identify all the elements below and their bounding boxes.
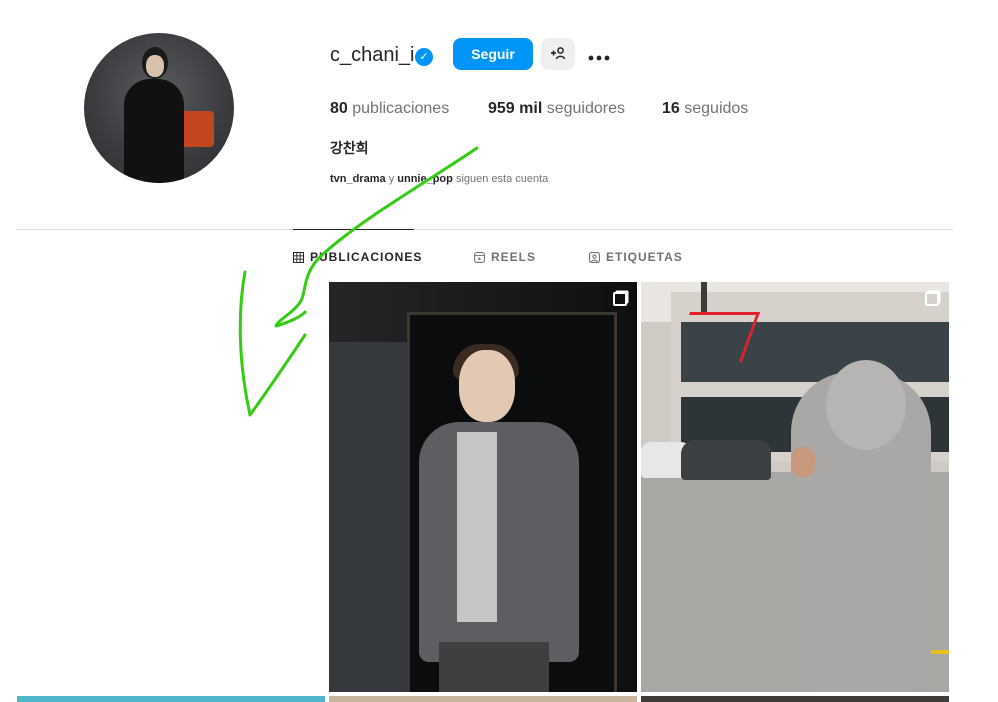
username: c_chani_i [330,44,415,66]
followers-count-label: seguidores [546,100,625,117]
tab-publicaciones[interactable]: PUBLICACIONES [293,250,422,264]
follow-button[interactable]: Seguir [453,38,533,70]
tab-label: PUBLICACIONES [310,250,423,264]
post-2-car-dark [681,440,771,480]
post-2-hand [791,447,815,477]
post-1-pants [439,642,549,692]
add-person-icon [551,46,566,59]
post-tile-5[interactable] [641,696,949,702]
followed-by-suffix: siguen esta cuenta [455,173,549,185]
grid-icon [293,251,304,263]
more-options-button[interactable] [584,38,614,70]
posts-count-label: publicaciones [352,100,450,117]
suggest-similar-button[interactable] [541,38,575,70]
post-1-shirt [457,432,497,622]
post-1-wall [329,342,407,692]
multiple-images-icon [613,292,627,306]
avatar-figure [124,79,184,183]
tab-label: ETIQUETAS [606,250,683,264]
following-count[interactable]: 16 seguidos [662,100,748,118]
reels-icon [474,251,485,263]
post-tile-2[interactable] [641,282,949,692]
tag-icon [589,251,600,263]
post-tile-3[interactable] [17,696,325,702]
followed-by-user-2[interactable]: unnie_pop [397,173,453,185]
avatar-face [146,55,164,77]
verified-badge-icon: ✓ [415,48,433,66]
followed-by-connector: y [388,173,395,185]
following-count-label: seguidos [684,100,749,117]
full-name: 강찬희 [330,140,369,156]
following-count-value: 16 [662,100,680,117]
post-2-pole [701,282,707,312]
followers-count-value: 959 mil [488,100,543,117]
tab-etiquetas[interactable]: ETIQUETAS [589,250,683,264]
tab-reels[interactable]: REELS [474,250,536,264]
post-1-face [459,350,515,422]
posts-count: 80 publicaciones [330,100,449,118]
post-tile-1[interactable] [329,282,637,692]
profile-divider [17,229,953,230]
followers-count[interactable]: 959 mil seguidores [488,100,625,118]
multiple-images-icon [925,292,939,306]
active-tab-indicator [293,229,414,230]
profile-avatar[interactable] [84,33,234,183]
post-2-hood [826,360,906,450]
followed-by: tvn_drama y unnie_pop siguen esta cuenta [330,173,548,185]
post-1-jacket [419,422,579,662]
posts-count-value: 80 [330,100,348,117]
post-tile-4[interactable] [329,696,637,702]
tab-label: REELS [491,250,537,264]
more-dots-icon [588,55,610,61]
followed-by-user-1[interactable]: tvn_drama [330,173,386,185]
